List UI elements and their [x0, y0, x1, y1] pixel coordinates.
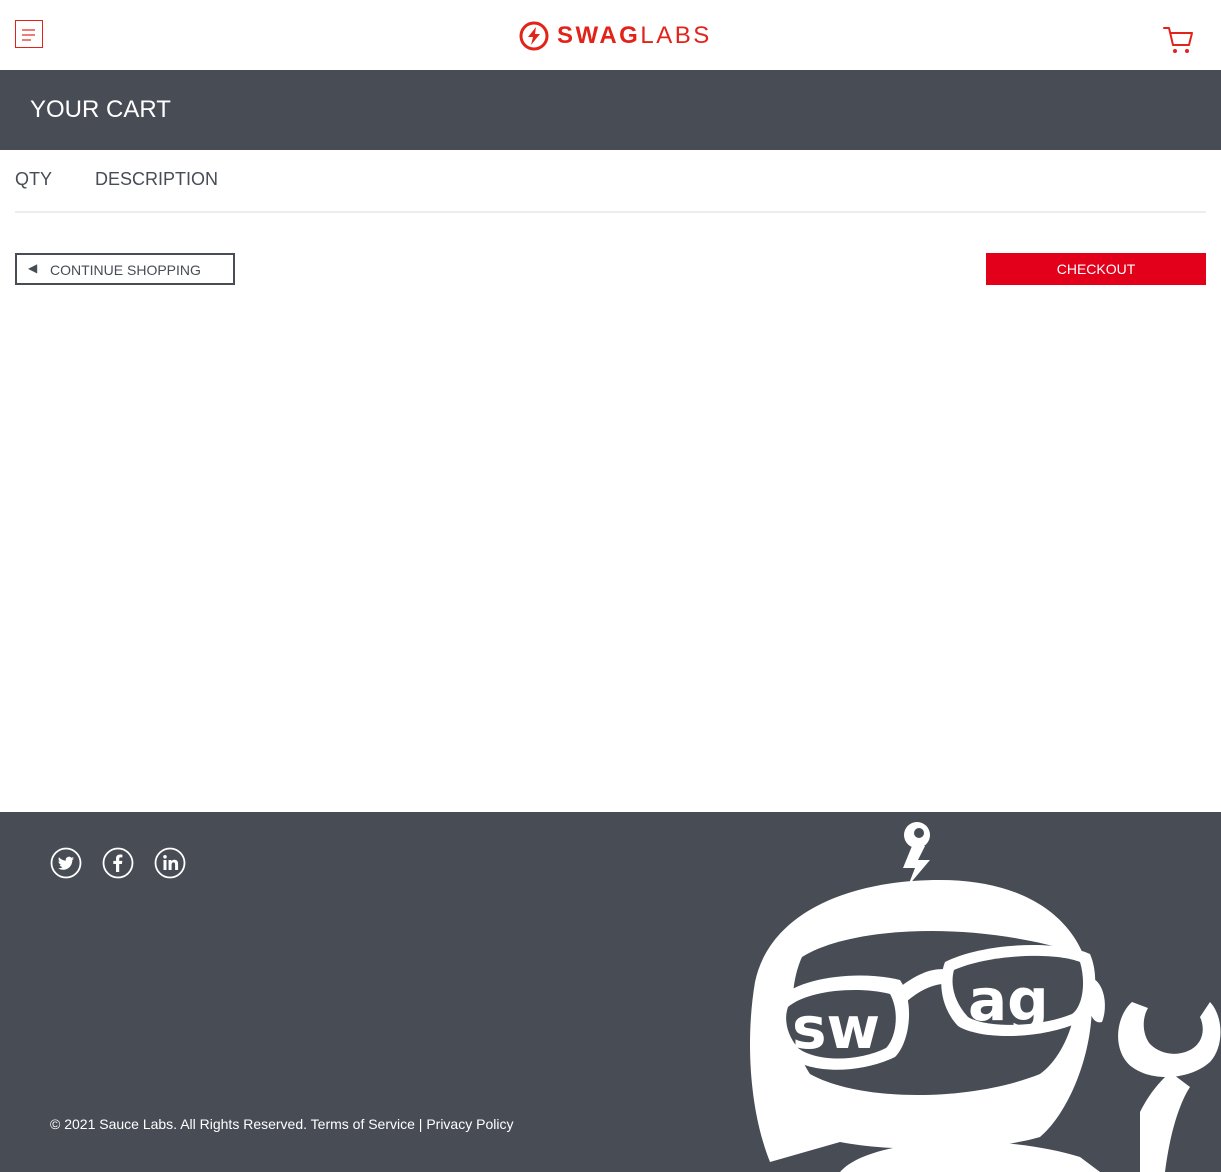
- hamburger-menu-icon: [22, 29, 35, 41]
- twitter-link[interactable]: [50, 847, 82, 879]
- mascot-glasses-left-text: sw: [792, 994, 880, 1062]
- linkedin-icon: [154, 847, 186, 879]
- description-column-label: DESCRIPTION: [95, 169, 219, 189]
- swag-labs-logo: SWAGLABS: [519, 21, 712, 51]
- cart-divider: [15, 211, 1206, 213]
- facebook-icon: [102, 847, 134, 879]
- continue-shopping-label: CONTINUE SHOPPING: [50, 262, 201, 278]
- logo-bolt-icon: [519, 21, 549, 51]
- page-subheader: YOUR CART: [0, 70, 1221, 150]
- linkedin-link[interactable]: [154, 847, 186, 879]
- continue-shopping-button[interactable]: ◀ CONTINUE SHOPPING: [15, 253, 235, 285]
- logo-text: SWAGLABS: [557, 22, 712, 49]
- facebook-link[interactable]: [102, 847, 134, 879]
- checkout-button[interactable]: CHECKOUT: [986, 253, 1206, 285]
- app-header: SWAGLABS: [0, 0, 1221, 70]
- page-title: YOUR CART: [30, 96, 171, 123]
- mascot-glasses-right-text: ag: [968, 966, 1049, 1034]
- shopping-cart-button[interactable]: [1162, 24, 1196, 56]
- copyright-text: © 2021 Sauce Labs. All Rights Reserved. …: [50, 1116, 514, 1132]
- shopping-cart-icon: [1163, 27, 1193, 53]
- swag-robot-mascot: sw ag: [750, 822, 1221, 1172]
- qty-column-label: QTY: [15, 169, 53, 189]
- menu-button[interactable]: [15, 20, 43, 48]
- twitter-icon: [50, 847, 82, 879]
- back-arrow-icon: ◀: [28, 261, 38, 275]
- footer: © 2021 Sauce Labs. All Rights Reserved. …: [0, 812, 1221, 1172]
